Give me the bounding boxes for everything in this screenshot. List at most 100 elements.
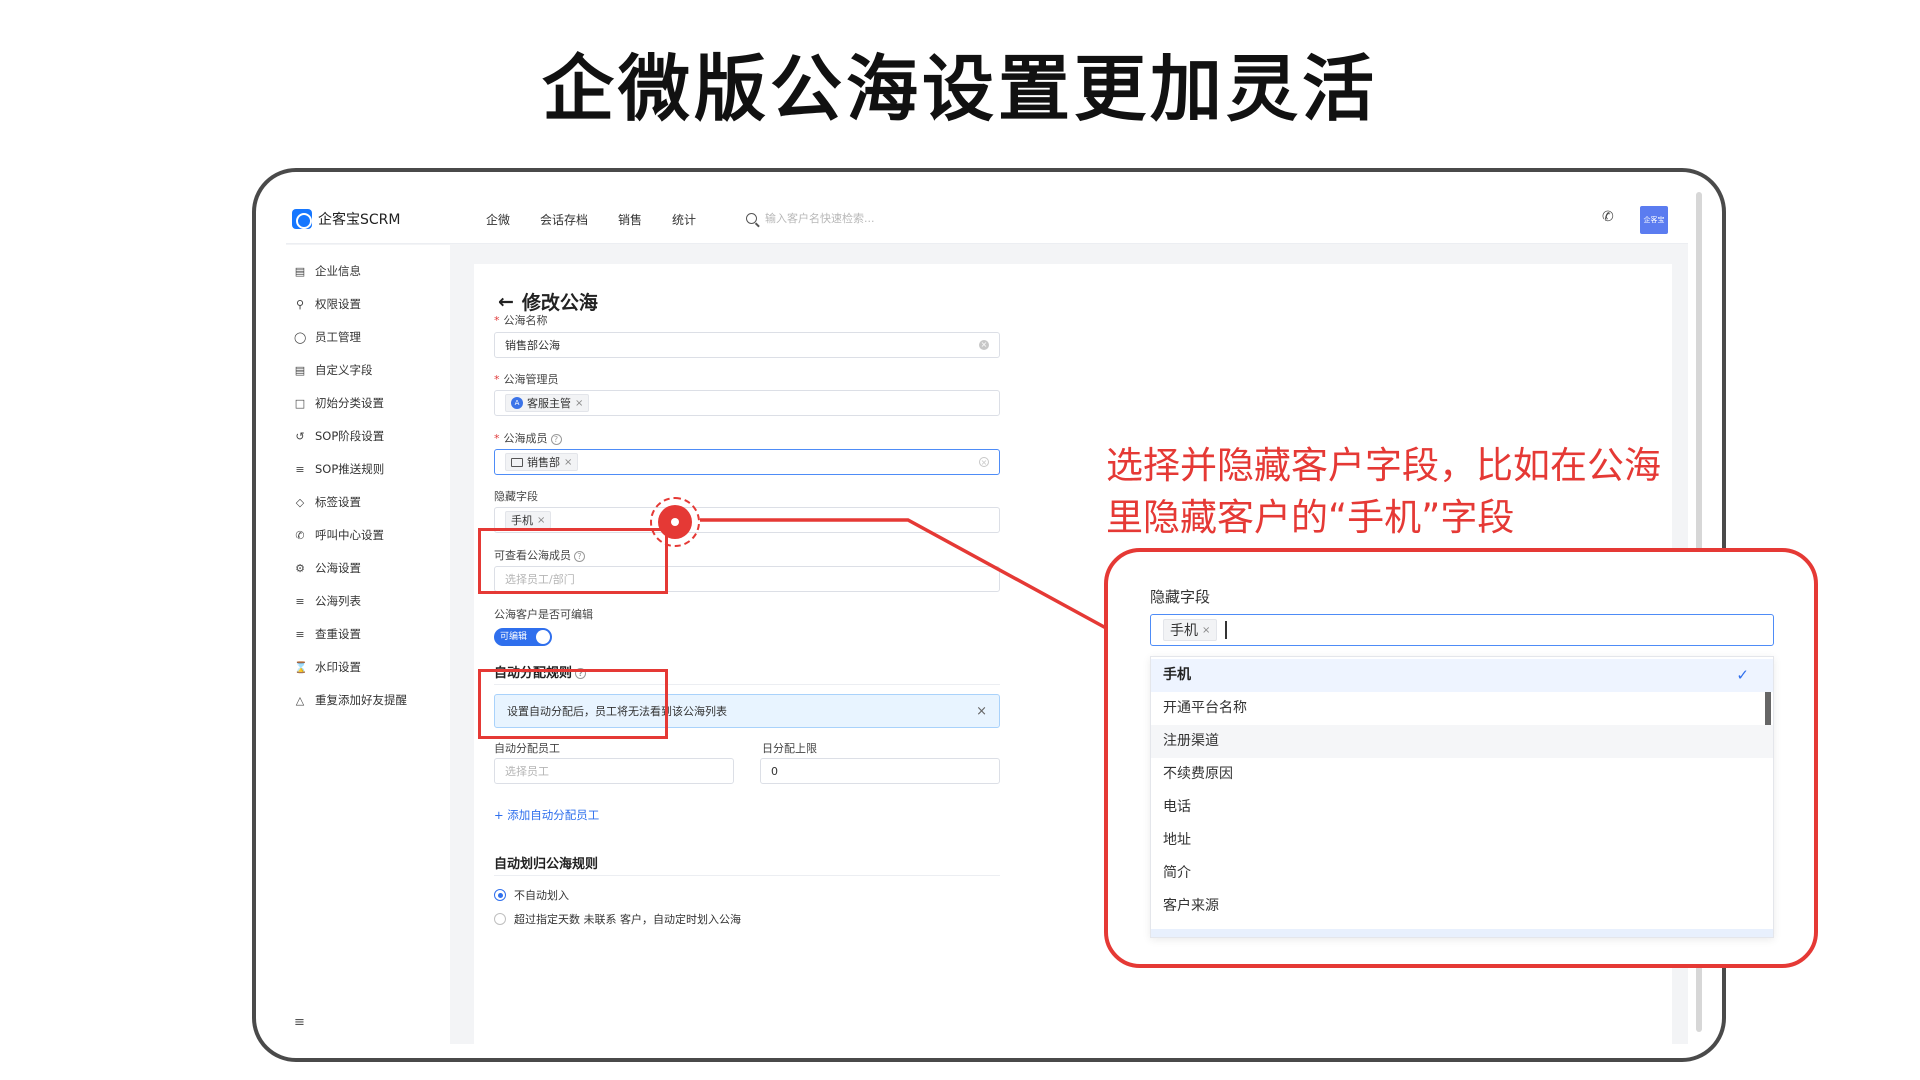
top-bar: 企客宝SCRM 企微 会话存档 销售 统计 输入客户名快速检索... ✆ 企客宝 <box>286 194 1688 244</box>
annotation-text: 选择并隐藏客户字段，比如在公海 里隐藏客户的“手机”字段 <box>1106 444 1661 539</box>
key-icon: ⚲ <box>295 297 305 311</box>
dropdown-option-phone[interactable]: 手机 ✓ <box>1151 659 1773 692</box>
search-icon <box>746 212 757 224</box>
sidebar-item-sop-push[interactable]: ≡ SOP推送规则 <box>294 461 384 477</box>
zoom-hidden-field-input[interactable]: 手机 × <box>1150 614 1774 646</box>
add-auto-staff-link[interactable]: + 添加自动分配员工 <box>494 807 599 823</box>
user-icon: ◯ <box>294 330 307 344</box>
dropdown-option-bio[interactable]: 简介 <box>1151 857 1773 890</box>
brand-name: 企客宝SCRM <box>318 212 401 228</box>
daily-limit-input[interactable]: 0 <box>760 758 1000 784</box>
tag-close-icon[interactable]: × <box>537 515 545 526</box>
top-nav: 企微 会话存档 销售 统计 <box>486 211 726 228</box>
auto-staff-label: 自动分配员工 <box>494 742 560 755</box>
box-icon: □ <box>294 396 306 410</box>
clear-icon[interactable]: × <box>979 457 989 467</box>
sidebar-item-sop-stage[interactable]: ↺ SOP阶段设置 <box>294 428 384 444</box>
sidebar-item-sea-settings[interactable]: ⚙ 公海设置 <box>294 560 361 576</box>
search-input[interactable]: 输入客户名快速检索... <box>765 210 875 226</box>
sidebar-item-friend-reminder[interactable]: △ 重复添加好友提醒 <box>294 692 407 708</box>
member-label: * 公海成员? <box>494 430 562 446</box>
nav-item-qiwei[interactable]: 企微 <box>486 211 510 228</box>
form-icon: ▤ <box>294 363 306 377</box>
zoom-hidden-field-label: 隐藏字段 <box>1150 588 1211 606</box>
dropdown-option-reason[interactable]: 不续费原因 <box>1151 758 1773 791</box>
folder-icon <box>511 457 523 467</box>
admin-tag: A 客服主管 × <box>505 394 590 412</box>
editable-toggle[interactable]: 可编辑 <box>494 628 552 646</box>
phone-icon[interactable]: ✆ <box>1602 209 1614 225</box>
sea-member-select[interactable]: 销售部 × × <box>494 449 1000 475</box>
tag-close-icon[interactable]: × <box>1202 625 1210 636</box>
customer-search[interactable]: 输入客户名快速检索... <box>746 210 875 226</box>
brand-icon <box>292 209 312 229</box>
sidebar-item-permission[interactable]: ⚲ 权限设置 <box>294 296 361 312</box>
editable-highlight <box>478 669 668 739</box>
zoom-callout: 隐藏字段 手机 × 手机 ✓ 开通平台名称 注册渠道 不续费原因 电话 地址 简介… <box>1104 548 1818 968</box>
daily-limit-label: 日分配上限 <box>762 742 817 755</box>
hourglass-icon: ⌛ <box>294 660 308 674</box>
clear-icon[interactable]: × <box>979 340 989 350</box>
admin-label: * 公海管理员 <box>494 373 559 386</box>
help-icon: ? <box>550 433 562 445</box>
list-icon: ≡ <box>295 627 305 641</box>
brand-logo[interactable]: 企客宝SCRM <box>292 209 400 229</box>
check-icon: ✓ <box>1736 666 1749 684</box>
dropdown-option-channel[interactable]: 注册渠道 <box>1151 725 1773 758</box>
name-label: * 公海名称 <box>494 314 548 327</box>
dropdown-option-source[interactable]: 客户来源 <box>1151 890 1773 923</box>
sidebar-collapse-icon[interactable]: ≡ <box>294 1015 305 1030</box>
hidden-field-label: 隐藏字段 <box>494 490 538 503</box>
nav-item-sales[interactable]: 销售 <box>618 211 642 228</box>
back-arrow-icon[interactable]: ← <box>498 291 514 313</box>
sea-name-input[interactable]: 销售部公海 × <box>494 332 1000 358</box>
zoom-tag: 手机 × <box>1163 619 1218 641</box>
menu-icon: ≡ <box>295 594 305 608</box>
field-dropdown: 手机 ✓ 开通平台名称 注册渠道 不续费原因 电话 地址 简介 客户来源 <box>1150 656 1774 938</box>
plus-icon: + <box>494 808 504 822</box>
sidebar-item-company[interactable]: ▤ 企业信息 <box>294 263 361 279</box>
sidebar-item-call-center[interactable]: ✆ 呼叫中心设置 <box>294 527 384 543</box>
hidden-field-highlight <box>478 528 668 594</box>
sidebar: ▤ 企业信息 ⚲ 权限设置 ◯ 员工管理 ▤ 自定义字段 □ 初始分类设置 ↺ SOP阶段设… <box>286 245 450 1044</box>
callout-marker-icon <box>650 497 700 547</box>
hidden-field-tag: 手机 × <box>505 511 552 529</box>
bell-icon: △ <box>295 693 305 707</box>
sidebar-item-dedup[interactable]: ≡ 查重设置 <box>294 626 361 642</box>
sidebar-item-staff[interactable]: ◯ 员工管理 <box>294 329 361 345</box>
sidebar-item-sea-list[interactable]: ≡ 公海列表 <box>294 593 361 609</box>
nav-item-stats[interactable]: 统计 <box>672 211 696 228</box>
sidebar-item-category[interactable]: □ 初始分类设置 <box>294 395 384 411</box>
auto-return-title: 自动划归公海规则 <box>494 857 599 872</box>
sea-admin-select[interactable]: A 客服主管 × <box>494 390 1000 416</box>
radio-auto-days[interactable]: 超过指定天数 未联系 客户，自动定时划入公海 <box>494 911 741 927</box>
editable-label: 公海客户是否可编辑 <box>494 608 593 621</box>
id-card-icon: ▤ <box>294 264 306 278</box>
auto-staff-select[interactable]: 选择员工 <box>494 758 734 784</box>
phone-icon: ✆ <box>295 528 305 542</box>
sidebar-item-watermark[interactable]: ⌛ 水印设置 <box>294 659 361 675</box>
avatar: A <box>511 397 523 409</box>
close-icon[interactable]: × <box>976 704 987 719</box>
sidebar-item-custom-field[interactable]: ▤ 自定义字段 <box>294 362 373 378</box>
list-icon: ≡ <box>295 462 305 476</box>
tag-close-icon[interactable]: × <box>575 398 583 409</box>
dropdown-option-telephone[interactable]: 电话 <box>1151 791 1773 824</box>
tag-icon: ◇ <box>295 495 305 509</box>
nav-item-archive[interactable]: 会话存档 <box>540 211 588 228</box>
headline: 企微版公海设置更加灵活 <box>541 47 1378 131</box>
tag-close-icon[interactable]: × <box>564 457 572 468</box>
dropdown-bottom-edge <box>1151 929 1773 937</box>
member-tag: 销售部 × <box>505 453 579 471</box>
radio-icon <box>494 913 506 925</box>
user-avatar[interactable]: 企客宝 <box>1640 206 1668 234</box>
dropdown-option-address[interactable]: 地址 <box>1151 824 1773 857</box>
radio-no-auto[interactable]: 不自动划入 <box>494 887 569 903</box>
page-title: ← 修改公海 <box>498 290 598 315</box>
text-caret <box>1225 621 1227 639</box>
dropdown-option-platform[interactable]: 开通平台名称 <box>1151 692 1773 725</box>
gear-icon: ⚙ <box>295 561 305 575</box>
radio-icon <box>494 889 506 901</box>
flow-icon: ↺ <box>295 429 305 443</box>
sidebar-item-tags[interactable]: ◇ 标签设置 <box>294 494 361 510</box>
